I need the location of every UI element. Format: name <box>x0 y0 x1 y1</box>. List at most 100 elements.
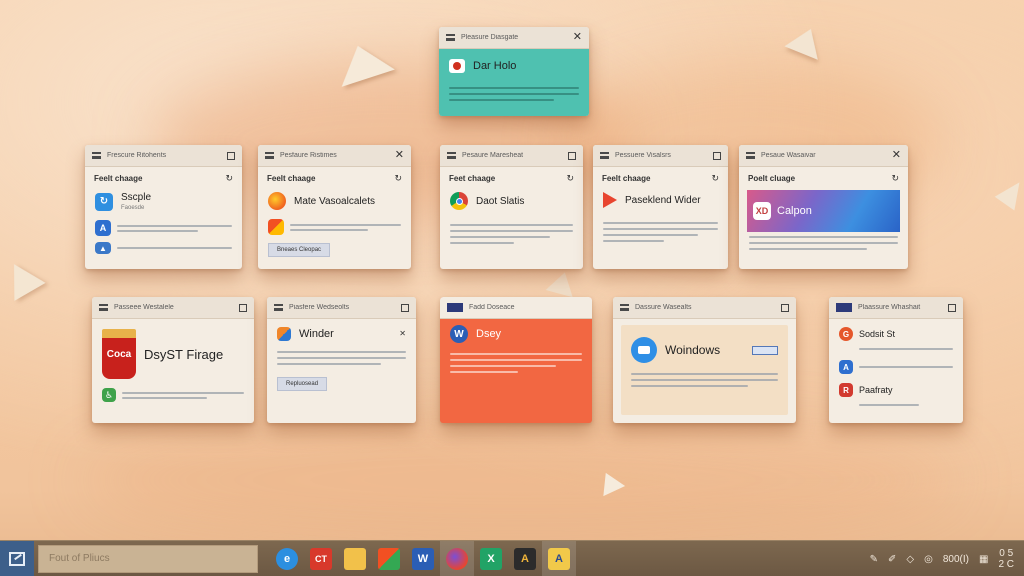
title-bar[interactable]: Pessuere Visalsrs <box>593 145 728 167</box>
title-bar[interactable]: Piasfere Wedseolts <box>267 297 416 319</box>
refresh-icon[interactable]: ↻ <box>711 173 719 184</box>
text-line <box>122 391 244 394</box>
title-bar[interactable]: Pleasure Diasgate ✕ <box>439 27 589 49</box>
maximize-icon[interactable] <box>713 151 721 160</box>
maximize-icon[interactable] <box>781 303 789 312</box>
taskbar-search-input[interactable]: Fout of Pliucs <box>38 544 258 573</box>
window-title: Pessuere Visalsrs <box>615 152 671 159</box>
taskbar-app-store[interactable]: CT <box>304 541 338 576</box>
clock[interactable]: 0 5 2 C <box>998 548 1014 570</box>
app-name: Sscple <box>121 192 152 203</box>
store-icon: CT <box>310 547 332 570</box>
app-logo-icon <box>449 59 465 73</box>
tray-status: 800(I) <box>942 553 969 565</box>
app-name: Dsey <box>476 328 502 340</box>
window-title: Dassure Wasealts <box>635 304 692 311</box>
close-icon[interactable]: ✕ <box>573 32 582 43</box>
maximize-icon[interactable] <box>948 303 956 312</box>
text-line <box>290 228 368 231</box>
hamburger-menu-icon[interactable] <box>274 304 283 311</box>
text-line <box>450 242 515 244</box>
taskbar-app-office[interactable] <box>372 541 406 576</box>
window-r1c5[interactable]: Pesaue Wasaivar ✕ Poelt cluage ↻ XD Calp… <box>739 145 908 269</box>
action-button[interactable]: Bneaes Cleopac <box>268 243 331 257</box>
close-icon[interactable]: ✕ <box>892 150 901 161</box>
app-name: Dar Holo <box>473 60 517 72</box>
window-r1c4[interactable]: Pessuere Visalsrs Feelt chaage ↻ Pasekle… <box>593 145 728 269</box>
maximize-icon[interactable] <box>568 151 576 160</box>
app-a-icon: A <box>514 547 536 570</box>
text-line <box>603 222 718 224</box>
title-bar[interactable]: Dassure Wasealts <box>613 297 796 319</box>
excel-icon: X <box>480 547 502 570</box>
taskbar-app-excel[interactable]: X <box>474 541 508 576</box>
paper-plane-icon <box>594 467 626 497</box>
title-bar[interactable]: Frescure Ritohents <box>85 145 242 167</box>
word-icon: W <box>412 547 434 570</box>
network-icon[interactable]: ◎ <box>924 554 933 565</box>
window-r2c3[interactable]: Fadd Doseace W Dsey <box>440 297 592 423</box>
pen-icon[interactable]: ✎ <box>870 554 878 565</box>
refresh-icon[interactable]: ↻ <box>225 173 233 184</box>
window-r1c2[interactable]: Pesfaure Ristimes ✕ Feelt chaage ↻ Mate … <box>258 145 411 269</box>
taskbar-app-word[interactable]: W <box>406 541 440 576</box>
paper-plane-icon <box>784 22 828 60</box>
hamburger-menu-icon[interactable] <box>600 152 609 159</box>
window-r2c1[interactable]: Passeee Westalele Coca DsyST Firage ♿ <box>92 297 254 423</box>
window-r1c3[interactable]: Pesaure Maresheat Feet chaage ↻ Daot Sla… <box>440 145 583 269</box>
action-button[interactable]: Repluosead <box>277 377 328 391</box>
window-controls-icon[interactable] <box>752 345 778 355</box>
maximize-icon[interactable] <box>239 303 247 312</box>
title-bar[interactable]: Pesaure Maresheat <box>440 145 583 167</box>
app-logo-icon <box>277 327 291 341</box>
edge-icon: e <box>276 547 298 570</box>
close-icon[interactable]: ✕ <box>395 150 404 161</box>
taskbar-app-b[interactable]: A <box>542 540 576 576</box>
start-button[interactable] <box>0 540 34 576</box>
hamburger-menu-icon[interactable] <box>620 304 629 311</box>
refresh-icon[interactable]: ↻ <box>891 173 899 184</box>
shield-icon[interactable]: ◇ <box>906 554 914 565</box>
hamburger-menu-icon[interactable] <box>92 152 101 159</box>
taskbar-app-a[interactable]: A <box>508 541 542 576</box>
window-title: Passeee Westalele <box>114 304 174 311</box>
maximize-icon[interactable] <box>227 151 235 160</box>
hamburger-menu-icon[interactable] <box>265 152 274 159</box>
list-item-label[interactable]: Paafraty <box>859 385 893 395</box>
paper-plane-icon <box>331 37 395 87</box>
refresh-icon[interactable]: ↻ <box>566 173 574 184</box>
refresh-icon[interactable]: ↻ <box>394 173 402 184</box>
close-icon[interactable]: ✕ <box>399 330 406 338</box>
window-top[interactable]: Pleasure Diasgate ✕ Dar Holo <box>439 27 589 116</box>
text-line <box>450 353 582 355</box>
app-b-icon: A <box>548 547 570 570</box>
window-r2c5[interactable]: Plaassure Whashait G Sodsit St A R Paafr… <box>829 297 963 423</box>
hamburger-menu-icon[interactable] <box>447 152 456 159</box>
taskbar-app-edge[interactable]: e <box>270 541 304 576</box>
accessibility-icon: ♿ <box>102 388 116 402</box>
title-bar[interactable]: Fadd Doseace <box>440 297 592 319</box>
hamburger-menu-icon[interactable] <box>99 304 108 311</box>
content-panel: Woindows <box>621 325 788 415</box>
window-title: Plaassure Whashait <box>858 304 921 311</box>
hamburger-menu-icon[interactable] <box>446 34 455 41</box>
maximize-icon[interactable] <box>401 303 409 312</box>
title-bar[interactable]: Plaassure Whashait <box>829 297 963 319</box>
title-bar[interactable]: Pesaue Wasaivar ✕ <box>739 145 908 167</box>
taskbar-app-firefox[interactable] <box>440 540 474 576</box>
window-r2c4[interactable]: Dassure Wasealts Woindows <box>613 297 796 423</box>
window-title: Frescure Ritohents <box>107 152 167 159</box>
hamburger-menu-icon[interactable] <box>746 152 755 159</box>
office-icon <box>378 547 400 570</box>
brush-icon[interactable]: ✐ <box>888 554 896 565</box>
text-line <box>450 359 582 361</box>
grid-icon[interactable]: ▦ <box>979 554 988 565</box>
title-bar[interactable]: Passeee Westalele <box>92 297 254 319</box>
window-r1c1[interactable]: Frescure Ritohents Feelt chaage ↻ ↻ Sscp… <box>85 145 242 269</box>
text-line <box>859 348 953 350</box>
window-r2c2[interactable]: Piasfere Wedseolts Winder ✕ Repluosead <box>267 297 416 423</box>
title-bar[interactable]: Pesfaure Ristimes ✕ <box>258 145 411 167</box>
list-item-label[interactable]: Sodsit St <box>859 329 895 339</box>
taskbar-app-explorer[interactable] <box>338 541 372 576</box>
background-glow <box>80 420 960 540</box>
